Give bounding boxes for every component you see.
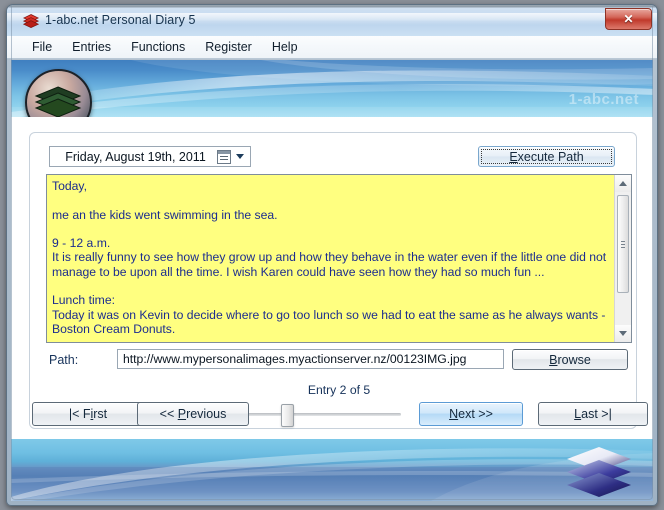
execute-path-button[interactable]: Execute Path	[478, 146, 615, 167]
title-bar: 1-abc.net Personal Diary 5 ✕	[7, 5, 657, 37]
banner-wave-graphic	[11, 60, 653, 117]
first-entry-button[interactable]: |< First	[32, 402, 144, 426]
path-label: Path:	[49, 353, 79, 367]
last-label: Last >|	[574, 407, 612, 421]
brand-watermark: 1-abc.net	[568, 91, 639, 108]
next-label: Next >>	[449, 407, 493, 421]
previous-label: << Previous	[159, 407, 227, 421]
diary-editor-container: Today, me an the kids went swimming in t…	[46, 174, 632, 343]
application-window: 1-abc.net Personal Diary 5 ✕ File Entrie…	[6, 4, 658, 506]
previous-entry-button[interactable]: << Previous	[137, 402, 249, 426]
menu-item-register[interactable]: Register	[196, 38, 261, 56]
slider-thumb[interactable]	[281, 404, 294, 427]
scrollbar-thumb[interactable]	[617, 195, 629, 293]
arrow-down-icon	[619, 331, 627, 336]
close-icon: ✕	[623, 12, 634, 26]
close-button[interactable]: ✕	[605, 8, 652, 30]
menu-item-help[interactable]: Help	[263, 38, 307, 56]
first-label: |< First	[68, 407, 108, 421]
arrow-up-icon	[619, 181, 627, 186]
footer-wave-graphic	[11, 448, 653, 501]
entry-status-label: Entry 2 of 5	[307, 383, 371, 397]
date-picker-value: Friday, August 19th, 2011	[65, 149, 206, 164]
editor-scrollbar[interactable]	[614, 175, 631, 342]
next-entry-button[interactable]: Next >>	[419, 402, 523, 426]
browse-button[interactable]: Browse	[512, 349, 628, 370]
scroll-up-button[interactable]	[615, 175, 631, 192]
diary-text-area[interactable]: Today, me an the kids went swimming in t…	[47, 175, 614, 342]
menu-item-file[interactable]: File	[23, 38, 61, 56]
footer-banner	[11, 439, 653, 501]
scrollbar-grip	[621, 241, 625, 248]
footer-logo-icon	[567, 447, 631, 497]
menu-bar: File Entries Functions Register Help	[7, 36, 657, 59]
entry-slider[interactable]	[243, 403, 401, 427]
app-icon	[23, 14, 39, 28]
last-entry-button[interactable]: Last >|	[538, 402, 648, 426]
date-picker[interactable]: Friday, August 19th, 2011	[49, 146, 251, 167]
slider-track	[243, 413, 401, 416]
browse-label: Browse	[549, 352, 591, 367]
path-input[interactable]	[117, 349, 504, 369]
scroll-down-button[interactable]	[615, 325, 631, 342]
window-title: 1-abc.net Personal Diary 5	[45, 13, 196, 27]
chevron-down-icon	[236, 154, 244, 159]
calendar-icon	[217, 149, 231, 164]
menu-item-functions[interactable]: Functions	[122, 38, 194, 56]
execute-path-label: Execute Path	[509, 149, 584, 164]
header-banner	[11, 60, 653, 117]
menu-item-entries[interactable]: Entries	[63, 38, 120, 56]
